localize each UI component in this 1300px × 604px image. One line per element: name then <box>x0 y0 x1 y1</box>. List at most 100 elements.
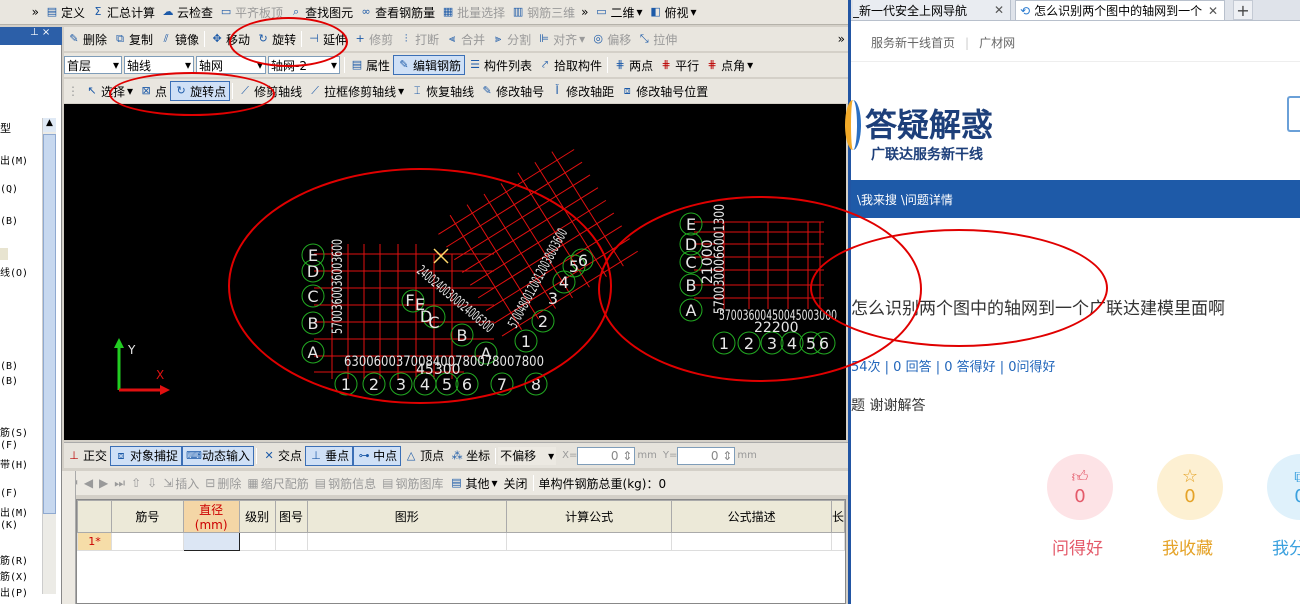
modify-axis-dist-button[interactable]: Ǐ 修改轴距 <box>547 81 617 101</box>
instance-select[interactable]: 轴网-2 ▾ <box>268 56 340 74</box>
rebar-lib-button[interactable]: ▤ 钢筋图库 <box>379 473 446 493</box>
dyn-input-button[interactable]: ⌨ 动态输入 <box>182 445 255 466</box>
modify-axis-no-button[interactable]: ✎ 修改轴号 <box>477 81 547 101</box>
new-tab-button[interactable]: + <box>1233 0 1253 20</box>
mirror-button[interactable]: ⫽ 镜像 <box>156 29 202 49</box>
panel-item[interactable]: 筋(S) <box>0 424 28 439</box>
ortho-button[interactable]: ⊥ 正交 <box>64 446 110 466</box>
panel-item[interactable]: (B) <box>0 376 18 387</box>
panel-item[interactable]: (Q) <box>0 184 18 195</box>
other-dropdown[interactable]: ▤ 其他 ▾ <box>446 473 500 493</box>
search-box[interactable] <box>1287 96 1300 132</box>
merge-button[interactable]: ⫷ 合并 <box>442 29 488 49</box>
type-select[interactable]: 轴线 ▾ <box>124 56 194 74</box>
move-button[interactable]: ✥ 移动 <box>207 29 253 49</box>
panel-item[interactable]: 线(O) <box>0 264 28 279</box>
like-button[interactable]: 👍︎ 0 <box>1047 454 1113 520</box>
find-element-button[interactable]: ⌕ 查找图元 <box>286 2 356 22</box>
table-cell[interactable] <box>671 532 832 551</box>
stretch-button[interactable]: ⤡ 拉伸 <box>634 29 680 49</box>
modify-axis-pos-button[interactable]: ⧈ 修改轴号位置 <box>617 81 711 101</box>
nav-material-link[interactable]: 广材网 <box>979 34 1015 51</box>
box-trim-axis-button[interactable]: ⟋ 拉框修剪轴线 ▾ <box>305 81 407 101</box>
panel-scrollbar[interactable]: ▲ <box>42 118 56 594</box>
overflow-chevron-icon[interactable]: » <box>0 2 42 22</box>
rotate-point-button[interactable]: ↻ 旋转点 <box>170 81 231 101</box>
table-cell[interactable] <box>274 532 308 551</box>
column-header[interactable]: 长 <box>830 500 846 533</box>
point-angle-button[interactable]: ⋕ 点角 ▾ <box>702 55 756 75</box>
table-cell[interactable] <box>110 532 184 551</box>
tab-question[interactable]: ⟲ 怎么识别两个图中的轴网到一个广 ✕ <box>1015 0 1225 20</box>
scroll-thumb[interactable] <box>43 134 56 514</box>
align-button[interactable]: ⊫ 对齐 ▾ <box>534 29 588 49</box>
move-up-button[interactable]: ⇧ <box>128 473 144 493</box>
view-rebar-button[interactable]: ∞ 查看钢筋量 <box>356 2 438 22</box>
scale-rebar-button[interactable]: ▦ 缩尺配筋 <box>244 473 311 493</box>
overflow-chevron-icon-3[interactable]: » <box>835 29 848 49</box>
overflow-chevron-icon-2[interactable]: » <box>578 2 591 22</box>
site-logo[interactable]: 答疑解惑 广联达服务新干线 <box>845 96 1021 166</box>
panel-item[interactable]: (K) <box>0 520 18 531</box>
close-icon[interactable]: ✕ <box>1208 4 1218 18</box>
view-2d-dropdown[interactable]: ▭ 二维 ▾ <box>591 2 645 22</box>
offset-mode-select[interactable]: 不偏移 ▾ <box>498 446 557 465</box>
panel-item[interactable]: (B) <box>0 361 18 372</box>
nav-home-link[interactable]: 服务新干线首页 <box>871 34 955 51</box>
cloud-check-button[interactable]: ☁ 云检查 <box>158 2 216 22</box>
rotate-button[interactable]: ↻ 旋转 <box>253 29 299 49</box>
rebar-info-button[interactable]: ▤ 钢筋信息 <box>312 473 379 493</box>
move-down-button[interactable]: ⇩ <box>144 473 160 493</box>
panel-item[interactable]: (B) <box>0 216 18 227</box>
table-row[interactable]: 1* <box>77 532 846 551</box>
panel-item[interactable] <box>0 248 8 260</box>
panel-item[interactable]: 出(P) <box>0 584 28 599</box>
close-button[interactable]: 关闭 <box>501 473 531 493</box>
batch-select-button[interactable]: ▦ 批量选择 <box>438 2 508 22</box>
vertex-button[interactable]: △ 顶点 <box>401 446 447 466</box>
insert-button[interactable]: ⇲ 插入 <box>160 473 202 493</box>
column-header[interactable]: 筋号 <box>110 500 184 533</box>
rebar-3d-button[interactable]: ▥ 钢筋三维 <box>508 2 578 22</box>
panel-item[interactable]: 筋(R) <box>0 552 28 567</box>
properties-button[interactable]: ▤ 属性 <box>347 55 393 75</box>
two-point-button[interactable]: ⋕ 两点 <box>610 55 656 75</box>
floor-select[interactable]: 首层 ▾ <box>64 56 122 74</box>
panel-item[interactable]: 出(M) <box>0 504 28 519</box>
table-cell-selected[interactable] <box>182 532 240 551</box>
x-input[interactable]: 0 ⇕ <box>577 446 636 465</box>
extend-button[interactable]: ⊣ 延伸 <box>304 29 350 49</box>
define-button[interactable]: ▤ 定义 <box>42 2 88 22</box>
intersect-button[interactable]: ✕ 交点 <box>259 446 305 466</box>
breadcrumb[interactable]: \我来搜 \问题详情 <box>857 191 953 208</box>
component-list-button[interactable]: ☰ 构件列表 <box>465 55 535 75</box>
column-header[interactable]: 级别 <box>238 500 276 533</box>
perp-button[interactable]: ⊥ 垂点 <box>305 445 354 466</box>
favorite-button[interactable]: ☆ 0 <box>1157 454 1223 520</box>
last-record-button[interactable]: ⏭ <box>111 473 128 493</box>
point-button[interactable]: ⊠ 点 <box>136 81 170 101</box>
table-cell[interactable] <box>830 532 846 551</box>
panel-item[interactable]: 带(H) <box>0 456 28 471</box>
osnap-button[interactable]: ⧈ 对象捕捉 <box>110 445 183 466</box>
delete-button[interactable]: ✎ 删除 <box>64 29 110 49</box>
close-icon[interactable]: ✕ <box>994 3 1004 17</box>
panel-item[interactable]: (F) <box>0 440 18 451</box>
column-header[interactable]: 公式描述 <box>671 500 832 533</box>
column-header[interactable]: 图形 <box>306 500 507 533</box>
restore-axis-button[interactable]: ⌶ 恢复轴线 <box>407 81 477 101</box>
copy-button[interactable]: ⧉ 复制 <box>110 29 156 49</box>
next-record-button[interactable]: ▶ <box>96 473 111 493</box>
break-button[interactable]: ⫶ 打断 <box>396 29 442 49</box>
top-view-dropdown[interactable]: ◧ 俯视 ▾ <box>646 2 700 22</box>
panel-item[interactable]: 筋(X) <box>0 568 28 583</box>
trim-button[interactable]: + 修剪 <box>350 29 396 49</box>
share-button[interactable]: ⧉ 0 <box>1267 454 1300 520</box>
offset-button[interactable]: ◎ 偏移 <box>588 29 634 49</box>
column-header[interactable]: 直径(mm) <box>182 500 240 533</box>
split-button[interactable]: ⫸ 分割 <box>488 29 534 49</box>
table-cell[interactable] <box>505 532 673 551</box>
pick-component-button[interactable]: ⤤ 拾取构件 <box>535 55 605 75</box>
column-header[interactable]: 计算公式 <box>505 500 673 533</box>
sum-calc-button[interactable]: Σ 汇总计算 <box>88 2 158 22</box>
